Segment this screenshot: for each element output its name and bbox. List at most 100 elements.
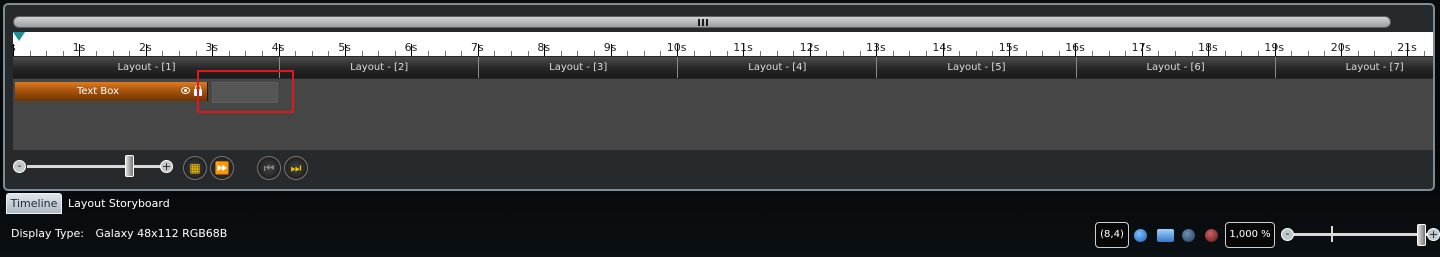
highlight-box xyxy=(197,70,294,113)
ruler-tick-label: 19s xyxy=(1264,41,1285,54)
preview-zoom-out-button[interactable]: - xyxy=(1281,228,1294,241)
playhead-marker-icon[interactable] xyxy=(13,32,25,41)
ruler-minor-tick xyxy=(494,51,496,56)
ruler-minor-tick xyxy=(627,51,629,56)
ruler-tick-label: s xyxy=(10,41,16,54)
ruler-tick-label: 15s xyxy=(998,41,1019,54)
ruler-minor-tick xyxy=(1092,51,1093,56)
display-type-info: Display Type: Galaxy 48x112 RGB68B xyxy=(11,227,227,240)
ruler-minor-tick xyxy=(693,51,695,56)
ruler-minor-tick xyxy=(179,51,180,56)
ruler-minor-tick xyxy=(29,51,31,56)
preview-zoom-thumb[interactable] xyxy=(1417,224,1426,246)
track-area[interactable]: Text Box xyxy=(13,70,1433,150)
layout-segment-label: Layout - [7] xyxy=(1345,62,1404,73)
ruler-minor-tick xyxy=(1025,51,1027,56)
ruler-minor-tick xyxy=(328,51,330,56)
ruler-tick-label: 6s xyxy=(404,41,418,54)
ruler-minor-tick xyxy=(760,51,761,56)
ruler-minor-tick xyxy=(826,51,828,56)
ruler-minor-tick xyxy=(660,51,662,56)
eye-icon[interactable] xyxy=(181,87,190,94)
layout-segment[interactable]: Layout - [6] xyxy=(1075,57,1275,78)
track-item-label: Text Box xyxy=(77,86,119,97)
zoom-percent-field[interactable]: 1,000 % xyxy=(1225,222,1275,248)
display-type-value: Galaxy 48x112 RGB68B xyxy=(95,227,228,240)
ruler-minor-tick xyxy=(959,51,961,56)
ruler-tick-label: 10s xyxy=(666,41,687,54)
ruler-minor-tick xyxy=(1424,51,1425,56)
layout-segment[interactable]: Layout - [2] xyxy=(279,57,478,78)
ruler-minor-tick xyxy=(129,51,131,56)
layout-segment[interactable]: Layout - [5] xyxy=(876,57,1075,78)
ruler-minor-tick xyxy=(1390,51,1392,56)
coordinates-readout: (8,4) xyxy=(1095,222,1129,248)
stop-icon[interactable] xyxy=(1205,229,1218,242)
ruler-minor-tick xyxy=(992,51,994,56)
ruler-minor-tick xyxy=(909,51,911,56)
ruler-minor-tick xyxy=(511,51,512,56)
ruler-minor-tick xyxy=(1307,51,1309,56)
ruler-minor-tick xyxy=(726,51,728,56)
layout-segment[interactable]: Layout - [3] xyxy=(478,57,677,78)
skip-forward-icon[interactable]: ⏭ xyxy=(284,156,308,180)
ruler-minor-tick xyxy=(793,51,795,56)
ruler-minor-tick xyxy=(461,51,463,56)
layout-segment-label: Layout - [6] xyxy=(1146,62,1205,73)
filmstrip-icon[interactable]: ▦ xyxy=(183,156,207,180)
ruler-minor-tick xyxy=(776,51,778,56)
ruler-minor-tick xyxy=(112,51,114,56)
horizontal-scrollbar[interactable] xyxy=(13,16,1391,28)
ruler-minor-tick xyxy=(577,51,579,56)
timeline-zoom-thumb[interactable] xyxy=(125,155,134,177)
layout-segment-label: Layout - [2] xyxy=(350,62,409,73)
layout-segment[interactable]: Layout - [7] xyxy=(1274,57,1433,78)
track-item-text-box[interactable]: Text Box xyxy=(15,82,208,101)
ruler-minor-tick xyxy=(1324,51,1326,56)
ruler-minor-tick xyxy=(228,51,230,56)
ruler-minor-tick xyxy=(428,51,429,56)
timeline-zoom-in-button[interactable]: + xyxy=(160,160,173,173)
ruler-minor-tick xyxy=(361,51,363,56)
scrollbar-grip-icon[interactable] xyxy=(698,19,708,26)
ruler-minor-tick xyxy=(311,51,313,56)
preview-icon[interactable] xyxy=(1157,229,1174,242)
play-icon[interactable] xyxy=(1134,229,1147,242)
timeline-panel: s 1s 2s 3s 4s 5s 6s 7s 8s 9s 10s 11s 12s 13s 14s 15s 16s… xyxy=(3,3,1435,191)
ruler-minor-tick xyxy=(444,51,446,56)
ruler-minor-tick xyxy=(1175,51,1176,56)
ruler-minor-tick xyxy=(892,51,894,56)
preview-zoom-in-button[interactable]: + xyxy=(1427,228,1440,241)
ruler-tick-label: 14s xyxy=(932,41,953,54)
timeline-window: s 1s 2s 3s 4s 5s 6s 7s 8s 9s 10s 11s 12s 13s 14s 15s 16s… xyxy=(0,0,1440,257)
layout-segment[interactable]: Layout - [4] xyxy=(677,57,876,78)
ruler-minor-tick xyxy=(96,51,97,56)
pause-icon[interactable] xyxy=(1182,229,1195,242)
ruler-minor-tick xyxy=(594,51,595,56)
preview-zoom-slider[interactable] xyxy=(1294,233,1430,236)
tab-timeline[interactable]: Timeline xyxy=(6,193,62,214)
ruler-minor-tick xyxy=(378,51,380,56)
ruler-minor-tick xyxy=(560,51,562,56)
ruler-minor-tick xyxy=(394,51,396,56)
ruler-tick-label: 16s xyxy=(1065,41,1085,54)
timeline-zoom-out-button[interactable]: - xyxy=(13,160,26,173)
time-ruler[interactable]: s 1s 2s 3s 4s 5s 6s 7s 8s 9s 10s 11s 12s 13s 14s 15s 16s… xyxy=(10,32,1433,56)
layout-segment-label: Layout - [3] xyxy=(549,62,608,73)
ruler-minor-tick xyxy=(1374,51,1376,56)
ruler-tick-label: 4s xyxy=(271,41,285,54)
ruler-tick-label: 3s xyxy=(205,41,219,54)
display-type-label: Display Type: xyxy=(11,227,85,240)
ruler-tick-label: 18s xyxy=(1198,41,1218,54)
ruler-tick-label: 21s xyxy=(1397,41,1417,54)
tab-layout-storyboard[interactable]: Layout Storyboard xyxy=(68,193,170,214)
ruler-minor-tick xyxy=(46,51,48,56)
timeline-zoom-slider[interactable] xyxy=(27,165,161,168)
fast-forward-icon[interactable]: ⏩ xyxy=(210,156,234,180)
ruler-minor-tick xyxy=(1291,51,1293,56)
ruler-minor-tick xyxy=(859,51,861,56)
ruler-tick-label: 13s xyxy=(866,41,886,54)
ruler-minor-tick xyxy=(710,51,712,56)
ruler-minor-tick xyxy=(1357,51,1359,56)
skip-back-icon[interactable]: ⏮ xyxy=(257,156,281,180)
